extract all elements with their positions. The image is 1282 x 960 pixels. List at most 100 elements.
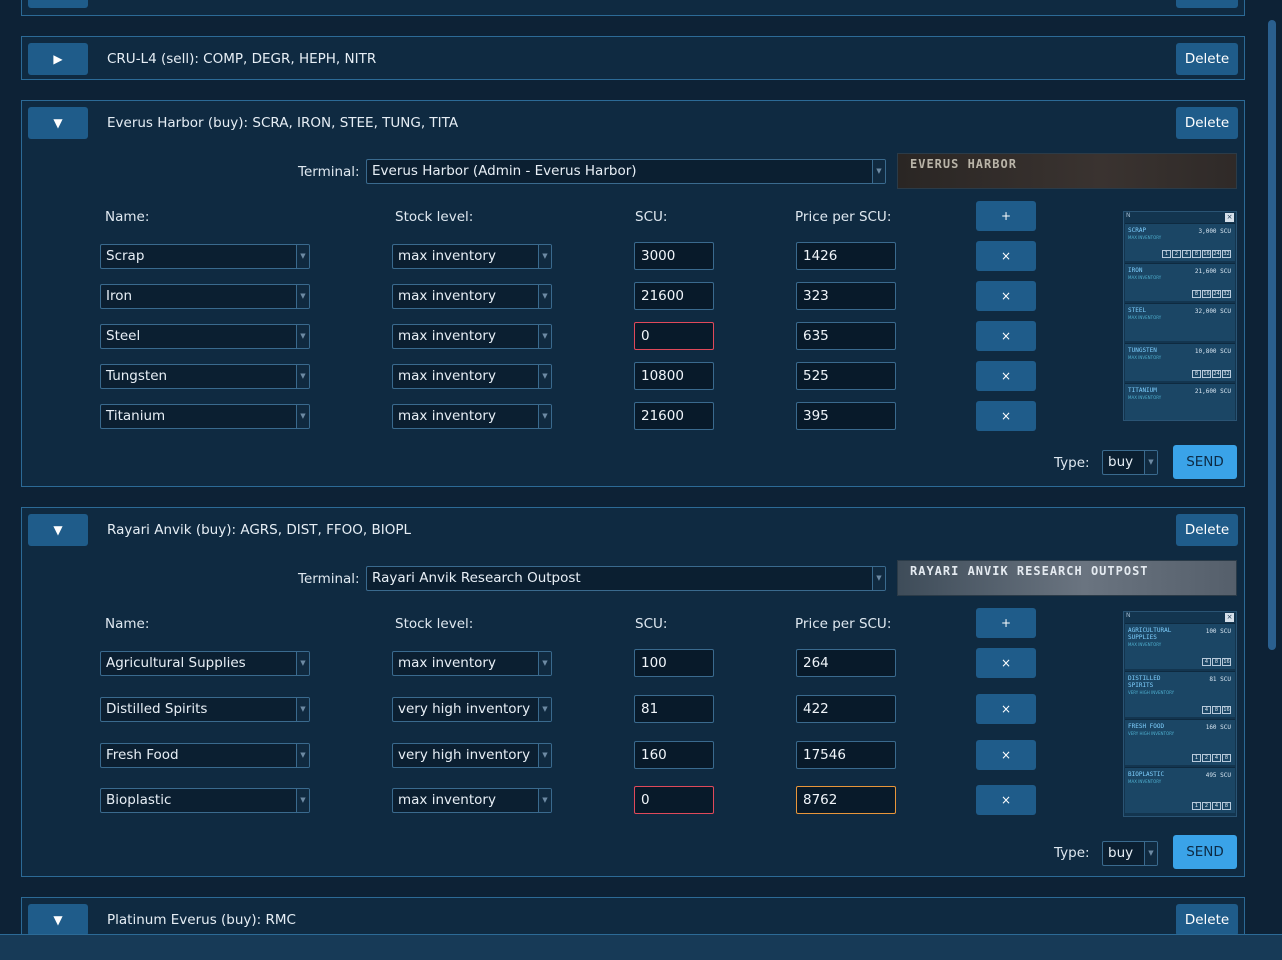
add-row-button[interactable]: + (976, 201, 1036, 231)
box-size: 8 (1212, 706, 1221, 714)
delete-button[interactable]: Delete (1176, 904, 1238, 936)
chevron-down-icon: ▼ (538, 245, 551, 268)
stock-level-select[interactable]: very high inventory ▼ (392, 743, 552, 768)
delete-button[interactable]: Delete (1176, 43, 1238, 75)
add-row-button[interactable]: + (976, 608, 1036, 638)
commodity-name-select[interactable]: Fresh Food ▼ (100, 743, 310, 768)
send-button[interactable]: SEND (1173, 835, 1237, 869)
collapse-toggle-button[interactable]: ▼ (28, 904, 88, 936)
remove-row-button[interactable]: × (976, 740, 1036, 770)
commodity-name-select[interactable]: Titanium ▼ (100, 404, 310, 429)
price-input[interactable]: 1426 (796, 242, 896, 270)
box-size: 4 (1182, 250, 1191, 258)
type-select[interactable]: buy ▼ (1102, 841, 1158, 866)
commodity-name-value: Bioplastic (106, 792, 172, 808)
previous-panel-toggle[interactable] (28, 0, 88, 8)
remove-row-button[interactable]: × (976, 785, 1036, 815)
thumbnail-item-status: MAX INVENTORY (1128, 235, 1162, 240)
chevron-down-icon: ▼ (538, 285, 551, 308)
scu-input[interactable]: 0 (634, 322, 714, 350)
thumbnail-item-status: MAX INVENTORY (1128, 315, 1162, 320)
type-select[interactable]: buy ▼ (1102, 450, 1158, 475)
price-input[interactable]: 8762 (796, 786, 896, 814)
scu-input[interactable]: 21600 (634, 282, 714, 310)
terminal-screenshot-thumbnail[interactable]: N × AGRICULTURAL SUPPLIES MAX INVENTORY 10… (1123, 611, 1237, 817)
delete-button[interactable]: Delete (1176, 514, 1238, 546)
price-input[interactable]: 422 (796, 695, 896, 723)
route-panel-rayari-anvik: ▼ Rayari Anvik (buy): AGRS, DIST, FFOO, … (21, 507, 1245, 877)
scu-input[interactable]: 3000 (634, 242, 714, 270)
collapse-toggle-button[interactable]: ▼ (28, 514, 88, 546)
scu-input[interactable]: 81 (634, 695, 714, 723)
price-input[interactable]: 264 (796, 649, 896, 677)
thumbnail-item-quantity: 3,000 SCU (1198, 228, 1231, 235)
commodity-name-select[interactable]: Scrap ▼ (100, 244, 310, 269)
commodity-name-select[interactable]: Steel ▼ (100, 324, 310, 349)
header-scu: SCU: (635, 209, 668, 225)
collapse-toggle-button[interactable]: ▼ (28, 107, 88, 139)
stock-level-select[interactable]: very high inventory ▼ (392, 697, 552, 722)
commodity-name-select[interactable]: Bioplastic ▼ (100, 788, 310, 813)
price-input[interactable]: 17546 (796, 741, 896, 769)
stock-level-select[interactable]: max inventory ▼ (392, 404, 552, 429)
stock-level-select[interactable]: max inventory ▼ (392, 651, 552, 676)
scu-input[interactable]: 160 (634, 741, 714, 769)
stock-level-select[interactable]: max inventory ▼ (392, 284, 552, 309)
remove-row-button[interactable]: × (976, 241, 1036, 271)
price-input[interactable]: 635 (796, 322, 896, 350)
box-size: 1 (1192, 754, 1201, 762)
stock-level-select[interactable]: max inventory ▼ (392, 324, 552, 349)
commodity-name-select[interactable]: Agricultural Supplies ▼ (100, 651, 310, 676)
box-size: 24 (1212, 250, 1221, 258)
stock-level-select[interactable]: max inventory ▼ (392, 364, 552, 389)
price-input[interactable]: 323 (796, 282, 896, 310)
thumbnail-item: BIOPLASTIC MAX INVENTORY 495 SCU 1 2 4 8 (1125, 767, 1235, 813)
send-button[interactable]: SEND (1173, 445, 1237, 479)
stock-level-select[interactable]: max inventory ▼ (392, 788, 552, 813)
commodity-name-select[interactable]: Iron ▼ (100, 284, 310, 309)
box-size: 8 (1192, 370, 1201, 378)
horizontal-scrollbar[interactable] (0, 934, 1282, 960)
scu-input[interactable]: 100 (634, 649, 714, 677)
type-select-value: buy (1108, 454, 1134, 470)
remove-row-button[interactable]: × (976, 321, 1036, 351)
vertical-scrollbar-thumb[interactable] (1268, 20, 1276, 650)
header-scu: SCU: (635, 616, 668, 632)
scu-input[interactable]: 21600 (634, 402, 714, 430)
commodity-name-select[interactable]: Tungsten ▼ (100, 364, 310, 389)
box-size: 16 (1202, 370, 1211, 378)
terminal-select[interactable]: Rayari Anvik Research Outpost ▼ (366, 566, 886, 591)
commodity-name-value: Titanium (106, 408, 166, 424)
commodity-name-value: Agricultural Supplies (106, 655, 246, 671)
triangle-down-icon: ▼ (53, 523, 63, 537)
chevron-down-icon: ▼ (538, 744, 551, 767)
terminal-select[interactable]: Everus Harbor (Admin - Everus Harbor) ▼ (366, 159, 886, 184)
box-size: 4 (1212, 802, 1221, 810)
price-input[interactable]: 395 (796, 402, 896, 430)
price-input[interactable]: 525 (796, 362, 896, 390)
remove-row-button[interactable]: × (976, 361, 1036, 391)
scu-input[interactable]: 10800 (634, 362, 714, 390)
thumbnail-item-quantity: 81 SCU (1209, 676, 1231, 683)
thumbnail-item-name: DISTILLED SPIRITS (1128, 675, 1161, 689)
commodity-name-select[interactable]: Distilled Spirits ▼ (100, 697, 310, 722)
close-icon: × (1225, 213, 1234, 222)
remove-row-button[interactable]: × (976, 694, 1036, 724)
remove-row-button[interactable]: × (976, 401, 1036, 431)
thumbnail-item: STEEL MAX INVENTORY 32,000 SCU (1125, 303, 1235, 341)
thumbnail-item: DISTILLED SPIRITS VERY HIGH INVENTORY 81 S… (1125, 671, 1235, 717)
route-panel-cru-l4: ▶ CRU-L4 (sell): COMP, DEGR, HEPH, NITR … (21, 36, 1245, 80)
delete-button[interactable]: Delete (1176, 107, 1238, 139)
thumbnail-item-name: AGRICULTURAL SUPPLIES (1128, 627, 1172, 641)
stock-level-select[interactable]: max inventory ▼ (392, 244, 552, 269)
terminal-screenshot-thumbnail[interactable]: N × SCRAP MAX INVENTORY 3,000 SCU 1 2 4 8 16 24 3… (1123, 211, 1237, 421)
previous-panel-delete[interactable] (1176, 0, 1238, 8)
remove-row-button[interactable]: × (976, 648, 1036, 678)
box-size: 8 (1222, 802, 1231, 810)
terminal-banner-text: EVERUS HARBOR (910, 157, 1017, 171)
scu-input[interactable]: 0 (634, 786, 714, 814)
remove-row-button[interactable]: × (976, 281, 1036, 311)
thumbnail-item-name: SCRAP (1128, 227, 1147, 234)
thumbnail-item-status: VERY HIGH INVENTORY (1128, 731, 1175, 736)
expand-toggle-button[interactable]: ▶ (28, 43, 88, 75)
